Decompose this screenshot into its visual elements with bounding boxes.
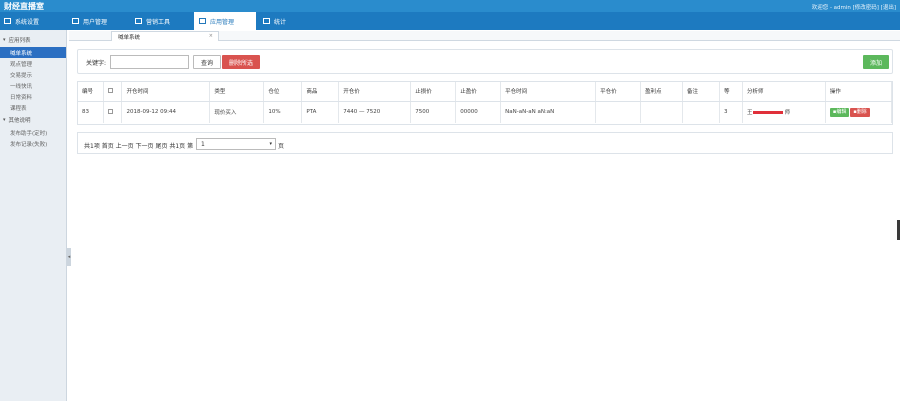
checkbox[interactable] <box>108 108 114 114</box>
page-tab-strip: 喊单系统 × <box>69 31 900 41</box>
app-title: 财经直播室 <box>4 2 44 11</box>
user-icon <box>72 18 79 24</box>
cell-stop-loss: 7500 <box>410 101 457 123</box>
nav-tab-label: 统计 <box>274 18 287 26</box>
sidebar-item-publish-assistant[interactable]: 发布助手(定时) <box>0 127 66 138</box>
col-close-price: 平仓价 <box>595 82 642 102</box>
table-header-row: 编号 开仓时间 类型 仓位 商品 开仓价 止损价 止盈价 平仓时间 平仓价 盈利… <box>78 82 893 102</box>
cell-note <box>682 101 720 123</box>
nav-tab-statistics[interactable]: 统计 <box>259 12 299 30</box>
keyword-label: 关键字: <box>86 60 107 67</box>
page-select-value: 1 <box>201 140 205 148</box>
col-open-price: 开仓价 <box>338 82 412 102</box>
page-tab-label: 喊单系统 <box>118 34 141 41</box>
nav-tab-label: 用户管理 <box>83 18 108 26</box>
col-profit: 盈利点 <box>640 82 684 102</box>
nav-tab-label: 系统设置 <box>15 18 40 26</box>
sidebar-item-schedule[interactable]: 课程表 <box>0 102 66 113</box>
cell-close-time: NaN-aN-aN aN:aN <box>500 101 597 123</box>
collapse-arrow-icon: ▾ <box>3 117 6 123</box>
list-icon <box>199 18 206 24</box>
keyword-input[interactable] <box>110 55 189 69</box>
toolbox-icon <box>135 18 142 24</box>
delete-selected-button[interactable]: 删除所选 <box>222 55 260 69</box>
col-position: 仓位 <box>263 82 303 102</box>
col-type: 类型 <box>209 82 265 102</box>
pagination-suffix: 页 <box>278 143 285 150</box>
sidebar-item-flash-news[interactable]: 一线快讯 <box>0 80 66 91</box>
nav-tab-system-settings[interactable]: 系统设置 <box>0 12 60 30</box>
nav-tab-user-management[interactable]: 用户管理 <box>68 12 128 30</box>
cell-select[interactable] <box>103 101 123 123</box>
cell-take-profit: 00000 <box>455 101 502 123</box>
sidebar-group-label: 应用列表 <box>8 38 31 44</box>
col-level: 等 <box>719 82 743 102</box>
cell-position: 10% <box>263 101 303 123</box>
cell-profit <box>640 101 684 123</box>
data-table-panel: 编号 开仓时间 类型 仓位 商品 开仓价 止损价 止盈价 平仓时间 平仓价 盈利… <box>77 81 893 125</box>
sidebar-item-views[interactable]: 观点管理 <box>0 58 66 69</box>
col-close-time: 平仓时间 <box>500 82 597 102</box>
chevron-down-icon: ▾ <box>269 141 272 147</box>
cell-analyst: 王师 <box>742 101 826 123</box>
add-button[interactable]: 添加 <box>863 55 889 69</box>
col-actions: 操作 <box>825 82 893 102</box>
page-tab-call-system[interactable]: 喊单系统 × <box>111 31 219 41</box>
sidebar-group-app-list[interactable]: ▾ 应用列表 <box>0 33 66 47</box>
sidebar-item-daily-data[interactable]: 日常资料 <box>0 91 66 102</box>
collapse-arrow-icon: ▾ <box>3 37 6 43</box>
analyst-name-start: 王 <box>746 110 753 117</box>
col-id: 编号 <box>78 82 105 102</box>
table-row: 83 2018-09-12 09:44 现价买入 10% PTA 7440 — … <box>78 101 893 123</box>
col-stop-loss: 止损价 <box>410 82 457 102</box>
close-icon[interactable]: × <box>209 33 213 39</box>
nav-tab-app-management[interactable]: 应用管理 <box>194 12 256 30</box>
col-analyst: 分析师 <box>742 82 826 102</box>
delete-button[interactable]: ▪删除 <box>850 107 870 117</box>
cell-actions: ▪编辑 ▪删除 <box>825 101 893 123</box>
cell-open-time: 2018-09-12 09:44 <box>121 101 211 123</box>
nav-tab-label: 应用管理 <box>210 18 235 26</box>
col-product: 商品 <box>301 82 340 102</box>
checkbox[interactable] <box>108 87 114 93</box>
cell-product: PTA <box>301 101 340 123</box>
redacted-mark <box>753 111 784 115</box>
page-select[interactable]: 1 ▾ <box>196 138 276 150</box>
sidebar-item-call-system[interactable]: 喊单系统 <box>0 47 66 58</box>
cell-level: 3 <box>719 101 743 123</box>
main-nav: 系统设置 用户管理 营销工具 应用管理 统计 <box>0 12 900 30</box>
user-info[interactable]: 欢迎您 - admin [修改密码] [退出] <box>812 3 896 11</box>
edit-label: 编辑 <box>836 108 847 115</box>
col-select-all[interactable] <box>103 82 123 102</box>
nav-tab-marketing-tools[interactable]: 营销工具 <box>131 12 191 30</box>
sidebar-collapse-handle[interactable]: ◂ <box>67 248 71 266</box>
col-note: 备注 <box>682 82 720 102</box>
analyst-name-end: 师 <box>784 110 790 117</box>
sidebar-group-label: 其他说明 <box>8 118 31 124</box>
sidebar: ▾ 应用列表 喊单系统 观点管理 交易提示 一线快讯 日常资料 课程表 ▾ 其他… <box>0 30 67 401</box>
pagination-bar: 共1项 首页 上一页 下一页 尾页 共1页 第 1 ▾ 页 <box>77 132 893 154</box>
filter-bar: 关键字: 查询 删除所选 添加 <box>77 49 893 74</box>
cell-type: 现价买入 <box>209 101 265 123</box>
sidebar-group-other[interactable]: ▾ 其他说明 <box>0 113 66 127</box>
query-button[interactable]: 查询 <box>193 55 221 69</box>
cell-id: 83 <box>78 101 105 123</box>
delete-label: 删除 <box>856 108 867 115</box>
cell-close-price <box>595 101 642 123</box>
sidebar-item-trade-tips[interactable]: 交易提示 <box>0 69 66 80</box>
edit-button[interactable]: ▪编辑 <box>829 107 850 117</box>
col-open-time: 开仓时间 <box>121 82 211 102</box>
nav-tab-label: 营销工具 <box>146 18 171 26</box>
top-bar: 财经直播室 欢迎您 - admin [修改密码] [退出] <box>0 0 900 12</box>
chart-icon <box>263 18 270 24</box>
pagination-links[interactable]: 共1项 首页 上一页 下一页 尾页 共1页 第 <box>84 141 193 150</box>
data-table: 编号 开仓时间 类型 仓位 商品 开仓价 止损价 止盈价 平仓时间 平仓价 盈利… <box>78 82 893 123</box>
col-take-profit: 止盈价 <box>455 82 502 102</box>
settings-icon <box>4 18 11 24</box>
sidebar-item-publish-log[interactable]: 发布记录(失败) <box>0 138 66 149</box>
cell-open-price: 7440 — 7520 <box>338 101 412 123</box>
